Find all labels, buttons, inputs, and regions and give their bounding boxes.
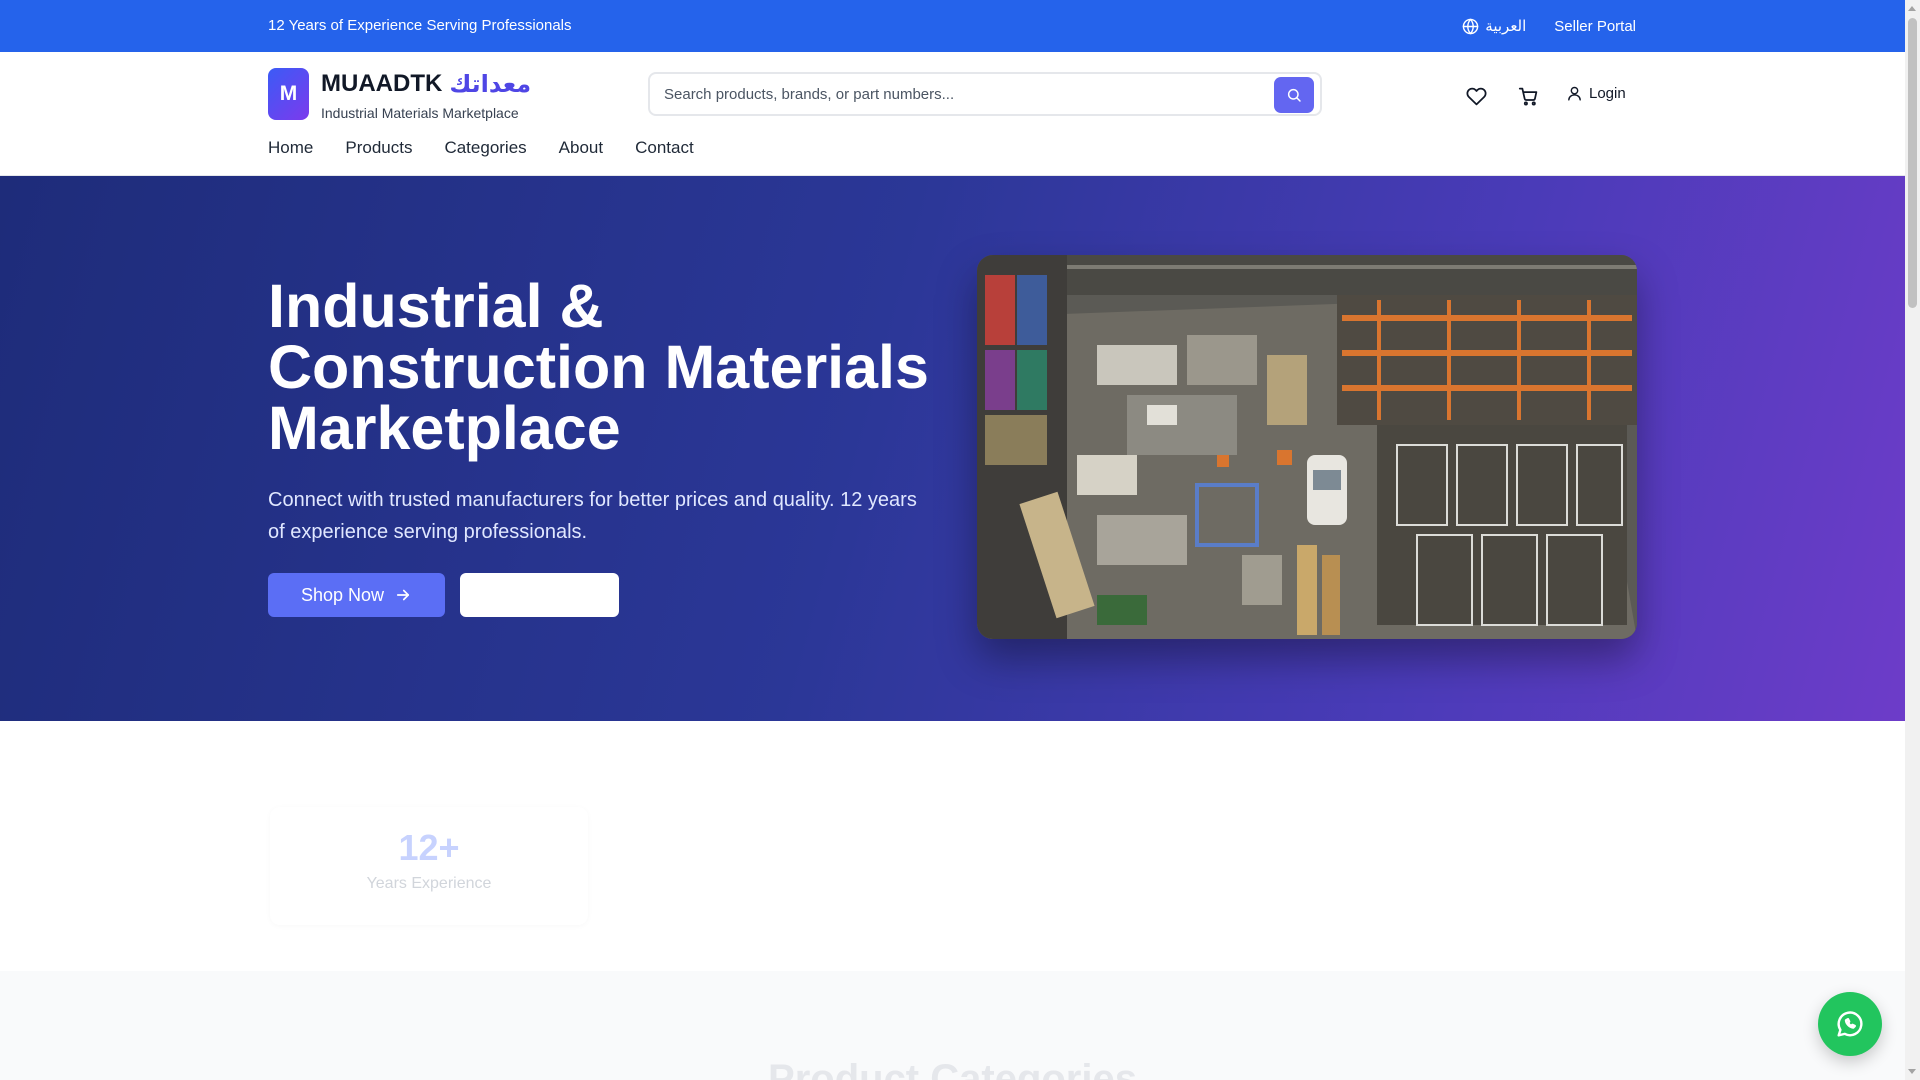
brand-name-en: MUAADTK xyxy=(321,70,443,97)
brand[interactable]: MUAADTK معداتك Industrial Materials Mark… xyxy=(321,70,531,121)
search-icon xyxy=(1287,88,1301,102)
page: 12 Years of Experience Serving Professio… xyxy=(0,0,1905,1080)
nav-contact[interactable]: Contact xyxy=(635,138,694,158)
top-bar: 12 Years of Experience Serving Professio… xyxy=(0,0,1905,52)
heart-icon xyxy=(1466,87,1486,105)
top-bar-right: العربية Seller Portal xyxy=(1462,17,1636,35)
logo-badge[interactable]: M xyxy=(268,68,309,120)
login-button[interactable]: Login xyxy=(1566,85,1626,102)
nav-about[interactable]: About xyxy=(559,138,603,158)
stat-card: 12+ Years Experience xyxy=(270,807,588,925)
brand-name-ar: معداتك xyxy=(449,71,532,98)
brand-subtitle: Industrial Materials Marketplace xyxy=(321,105,519,121)
brand-name: MUAADTK معداتك xyxy=(321,70,531,99)
whatsapp-icon xyxy=(1837,1011,1863,1037)
wishlist-button[interactable] xyxy=(1464,84,1488,108)
cart-icon xyxy=(1518,87,1537,106)
categories-section: Product Categories xyxy=(0,971,1905,1080)
search-button[interactable] xyxy=(1274,77,1314,113)
hero-description: Connect with trusted manufacturers for b… xyxy=(268,489,917,543)
arrow-right-icon xyxy=(396,589,410,601)
scroll-up-arrow[interactable] xyxy=(1908,6,1916,11)
top-bar-tagline: 12 Years of Experience Serving Professio… xyxy=(268,17,572,34)
whatsapp-button[interactable] xyxy=(1818,992,1882,1056)
shop-now-label: Shop Now xyxy=(300,584,385,605)
nav-categories[interactable]: Categories xyxy=(444,138,526,158)
warehouse-illustration xyxy=(977,255,1637,639)
hero-title: Industrial & Construction Materials Mark… xyxy=(268,272,929,462)
secondary-hero-button[interactable] xyxy=(460,573,619,617)
cart-button[interactable] xyxy=(1516,84,1540,108)
globe-icon xyxy=(1463,18,1479,34)
user-icon xyxy=(1568,86,1581,101)
nav-home[interactable]: Home xyxy=(268,138,313,158)
main-nav: Home Products Categories About Contact xyxy=(268,138,726,158)
header: M MUAADTK معداتك Industrial Materials Ma… xyxy=(0,52,1905,176)
seller-portal-link[interactable]: Seller Portal xyxy=(1554,18,1636,35)
search-input[interactable] xyxy=(664,74,1264,114)
stat-label: Years Experience xyxy=(366,875,492,892)
language-label: العربية xyxy=(1485,18,1527,35)
hero-section: Industrial & Construction Materials Mark… xyxy=(0,176,1905,721)
page-scrollbar[interactable] xyxy=(1905,0,1920,1080)
warehouse-photo xyxy=(977,255,1637,639)
scrollbar-thumb[interactable] xyxy=(1908,18,1917,308)
scroll-down-arrow[interactable] xyxy=(1908,1069,1916,1074)
shop-now-button[interactable]: Shop Now xyxy=(268,573,445,617)
stat-value: 12+ xyxy=(398,827,460,868)
categories-title: Product Categories xyxy=(768,1057,1137,1080)
stats-section: 12+ Years Experience xyxy=(0,721,1905,971)
login-label: Login xyxy=(1589,85,1626,102)
search-bar xyxy=(648,72,1322,116)
nav-products[interactable]: Products xyxy=(345,138,412,158)
language-switch[interactable]: العربية xyxy=(1462,17,1526,35)
